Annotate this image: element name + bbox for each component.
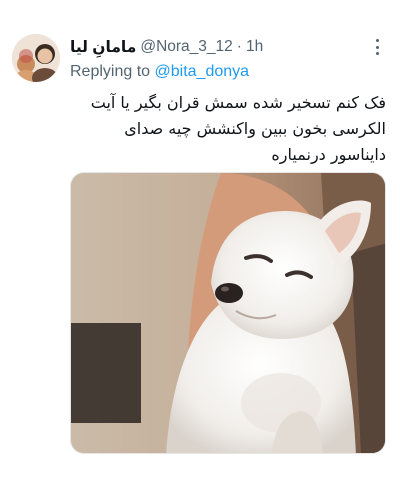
tweet-timestamp[interactable]: 1h [246,38,263,56]
tweet-media-photo[interactable] [70,172,386,454]
white-chihuahua-photo [71,173,385,453]
author-avatar[interactable] [12,34,60,82]
author-handle[interactable]: @Nora_3_12 [140,38,232,56]
avatar-photo [12,34,60,82]
meta-separator: · [236,38,242,55]
author-display-name[interactable]: مامانِ لیا [70,38,136,57]
replying-to-line: Replying to @bita_donya [70,63,249,81]
tweet-header: مامانِ لیا @Nora_3_12 · 1h [70,36,384,58]
replying-to-label: Replying to [70,63,155,80]
tweet-card[interactable]: مامانِ لیا @Nora_3_12 · 1h Replying to @… [0,0,400,500]
more-vertical-icon[interactable] [370,38,384,56]
tweet-text: فک کنم تسخیر شده سمش قران بگیر یا آیت ال… [90,93,386,164]
reply-handle-link[interactable]: @bita_donya [155,63,250,80]
